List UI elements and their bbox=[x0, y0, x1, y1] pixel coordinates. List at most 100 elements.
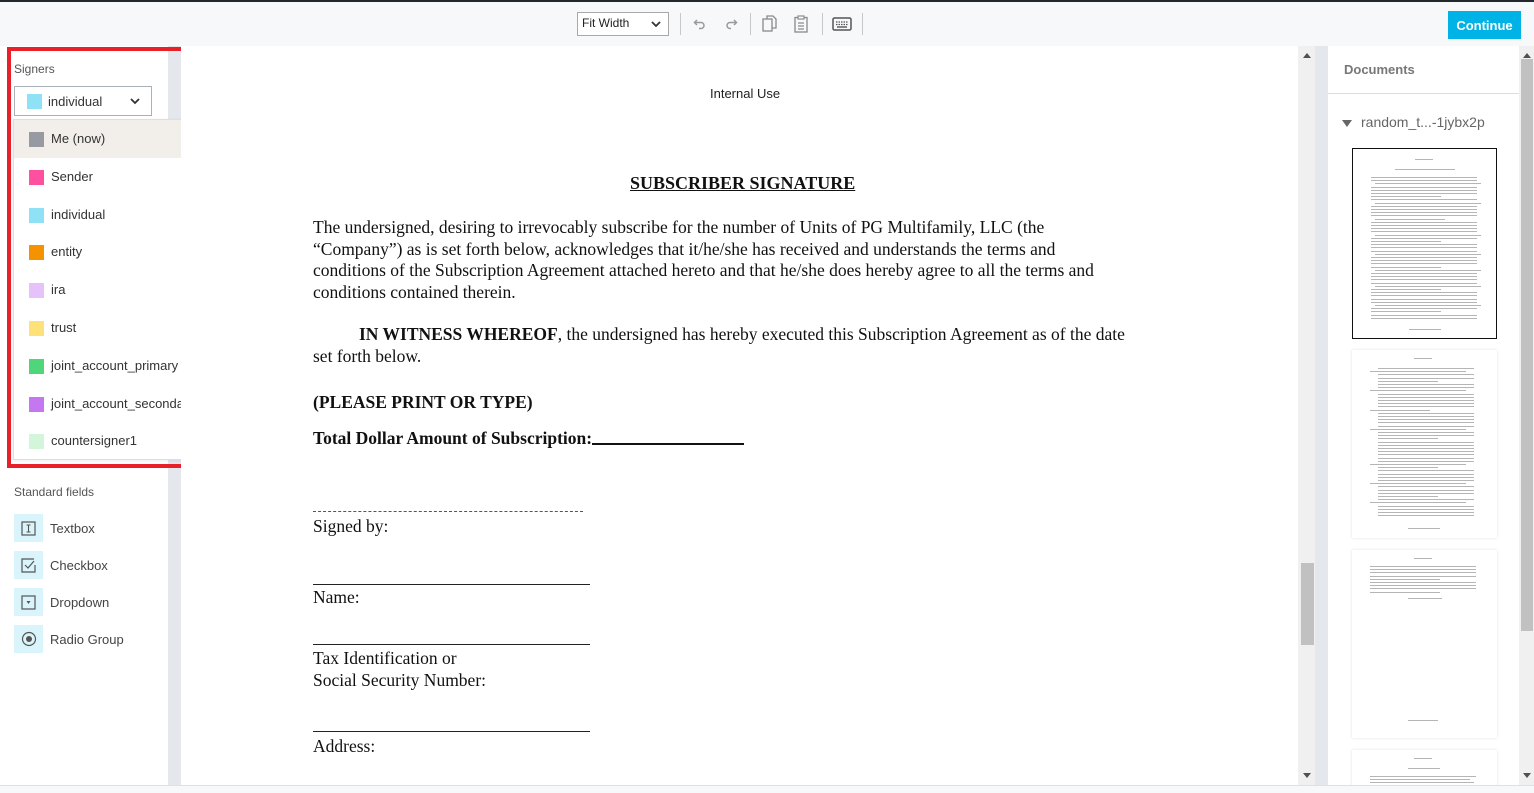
paste-button[interactable] bbox=[789, 12, 813, 36]
document-file-name: random_t...-1jybx2p bbox=[1361, 114, 1485, 130]
thumbnail-text-line bbox=[1371, 260, 1477, 262]
signer-option[interactable]: entity bbox=[14, 233, 209, 271]
signer-option[interactable]: joint_account_secondary bbox=[14, 385, 209, 423]
field-checkbox[interactable]: Checkbox bbox=[14, 551, 164, 579]
signer-option[interactable]: Me (now) bbox=[14, 120, 209, 158]
thumbnail-text-line bbox=[1371, 228, 1477, 230]
thumbnail-text-line bbox=[1371, 311, 1441, 313]
thumbnail-text-line bbox=[1371, 205, 1477, 207]
document-title: SUBSCRIBER SIGNATURE bbox=[630, 173, 856, 193]
thumbnail-text-line bbox=[1371, 257, 1477, 258]
thumbnail-text-line bbox=[1378, 467, 1438, 469]
signer-option[interactable]: individual bbox=[14, 196, 209, 234]
documents-heading: Documents bbox=[1344, 62, 1415, 77]
thumbnail-text-line bbox=[1370, 483, 1466, 485]
thumbnail-text-line bbox=[1371, 193, 1477, 194]
thumbnail-text-line bbox=[1370, 776, 1476, 777]
thumbnail-text-line bbox=[1370, 566, 1476, 567]
address-line[interactable] bbox=[313, 731, 590, 732]
signers-heading: Signers bbox=[14, 62, 55, 76]
thumbnail-text-line bbox=[1375, 269, 1481, 271]
page-thumbnail[interactable] bbox=[1352, 350, 1497, 538]
thumbnail-text-line bbox=[1371, 215, 1477, 217]
document-viewer[interactable]: Internal Use SUBSCRIBER SIGNATURE The un… bbox=[181, 46, 1298, 785]
scrollbar-thumb[interactable] bbox=[1521, 59, 1533, 631]
name-line[interactable] bbox=[313, 584, 590, 585]
undo-button[interactable] bbox=[688, 12, 712, 36]
thumbnail-text-line bbox=[1371, 247, 1477, 249]
thumbnail-text-line bbox=[1371, 295, 1477, 297]
signer-option[interactable]: joint_account_primary bbox=[14, 347, 209, 385]
thumbnail-text-line bbox=[1371, 180, 1477, 182]
thumbnail-text-line bbox=[1370, 390, 1466, 392]
field-label: Radio Group bbox=[50, 632, 124, 647]
documents-panel: Documents random_t...-1jybx2p bbox=[1328, 46, 1519, 790]
thumbnail-text-line bbox=[1371, 196, 1441, 198]
field-radio-group[interactable]: Radio Group bbox=[14, 625, 164, 653]
total-amount-blank[interactable] bbox=[592, 443, 745, 445]
thumbnail-text-line bbox=[1378, 508, 1474, 510]
page-thumbnail[interactable] bbox=[1352, 550, 1497, 738]
scrollbar-thumb[interactable] bbox=[1301, 563, 1314, 645]
scroll-down-icon[interactable] bbox=[1303, 773, 1311, 778]
thumbnail-text-line bbox=[1371, 301, 1477, 303]
signer-color-swatch bbox=[29, 397, 44, 412]
signer-color-swatch bbox=[29, 359, 44, 374]
tax-id-label-line: Tax Identification or bbox=[313, 648, 457, 668]
thumbnail-text-line bbox=[1378, 384, 1474, 385]
thumbnail-text-line bbox=[1378, 403, 1474, 405]
toolbar-divider bbox=[822, 13, 823, 35]
redo-button[interactable] bbox=[719, 12, 743, 36]
caret-down-icon bbox=[1342, 119, 1352, 127]
document-file-toggle[interactable]: random_t...-1jybx2p bbox=[1342, 114, 1485, 130]
keyboard-shortcuts-button[interactable] bbox=[830, 12, 854, 36]
thumbnail-text-line bbox=[1378, 377, 1474, 379]
signer-option-label: Me (now) bbox=[51, 131, 106, 146]
scroll-down-icon[interactable] bbox=[1523, 773, 1531, 778]
scroll-up-icon[interactable] bbox=[1523, 53, 1531, 58]
thumbnail-text-line bbox=[1414, 558, 1432, 559]
signer-select[interactable]: individual bbox=[14, 86, 152, 116]
thumbnail-text-line bbox=[1370, 464, 1466, 465]
copy-button[interactable] bbox=[758, 12, 782, 36]
dropdown-icon bbox=[14, 588, 43, 616]
thumbnail-text-line bbox=[1378, 480, 1474, 481]
documents-panel-scrollbar[interactable] bbox=[1519, 46, 1534, 785]
signer-option[interactable]: ira bbox=[14, 271, 209, 309]
signer-color-swatch bbox=[29, 434, 44, 449]
scroll-up-icon[interactable] bbox=[1303, 53, 1311, 58]
thumbnail-text-line bbox=[1371, 244, 1477, 246]
thumbnail-text-line bbox=[1371, 199, 1477, 201]
signer-option-label: entity bbox=[51, 244, 83, 259]
signed-by-label: Signed by: bbox=[313, 516, 389, 536]
keyboard-icon bbox=[832, 17, 852, 31]
signer-option[interactable]: trust bbox=[14, 309, 209, 347]
textbox-icon bbox=[14, 514, 43, 542]
signer-option[interactable]: countersigner1 bbox=[14, 422, 209, 460]
page-thumbnail[interactable] bbox=[1352, 750, 1497, 790]
thumbnail-text-line bbox=[1371, 308, 1477, 310]
document-scrollbar[interactable] bbox=[1298, 46, 1315, 785]
page-thumbnail[interactable] bbox=[1352, 148, 1497, 339]
field-dropdown[interactable]: Dropdown bbox=[14, 588, 164, 616]
thumbnail-text-line bbox=[1370, 782, 1474, 783]
thumbnail-text-line bbox=[1378, 419, 1474, 421]
witness-paragraph: IN WITNESS WHEREOF, the undersigned has … bbox=[313, 324, 1193, 367]
signer-option[interactable]: Sender bbox=[14, 158, 209, 196]
thumbnail-text-line bbox=[1408, 528, 1440, 529]
witness-text: set forth below. bbox=[313, 345, 422, 366]
zoom-level-select[interactable]: Fit Width bbox=[577, 12, 669, 36]
thumbnail-text-line bbox=[1378, 441, 1474, 443]
thumbnail-text-line bbox=[1378, 476, 1474, 478]
field-label: Checkbox bbox=[50, 558, 108, 573]
signature-line[interactable] bbox=[313, 511, 583, 512]
thumbnail-text-line bbox=[1370, 428, 1466, 430]
tax-id-line[interactable] bbox=[313, 644, 590, 645]
clipboard-icon bbox=[794, 15, 808, 33]
bottom-border bbox=[0, 785, 1534, 793]
toolbar-divider bbox=[680, 13, 681, 35]
field-textbox[interactable]: Textbox bbox=[14, 514, 164, 542]
thumbnail-text-line bbox=[1378, 425, 1474, 427]
thumbnail-text-line bbox=[1375, 305, 1481, 306]
continue-button[interactable]: Continue bbox=[1448, 11, 1521, 39]
